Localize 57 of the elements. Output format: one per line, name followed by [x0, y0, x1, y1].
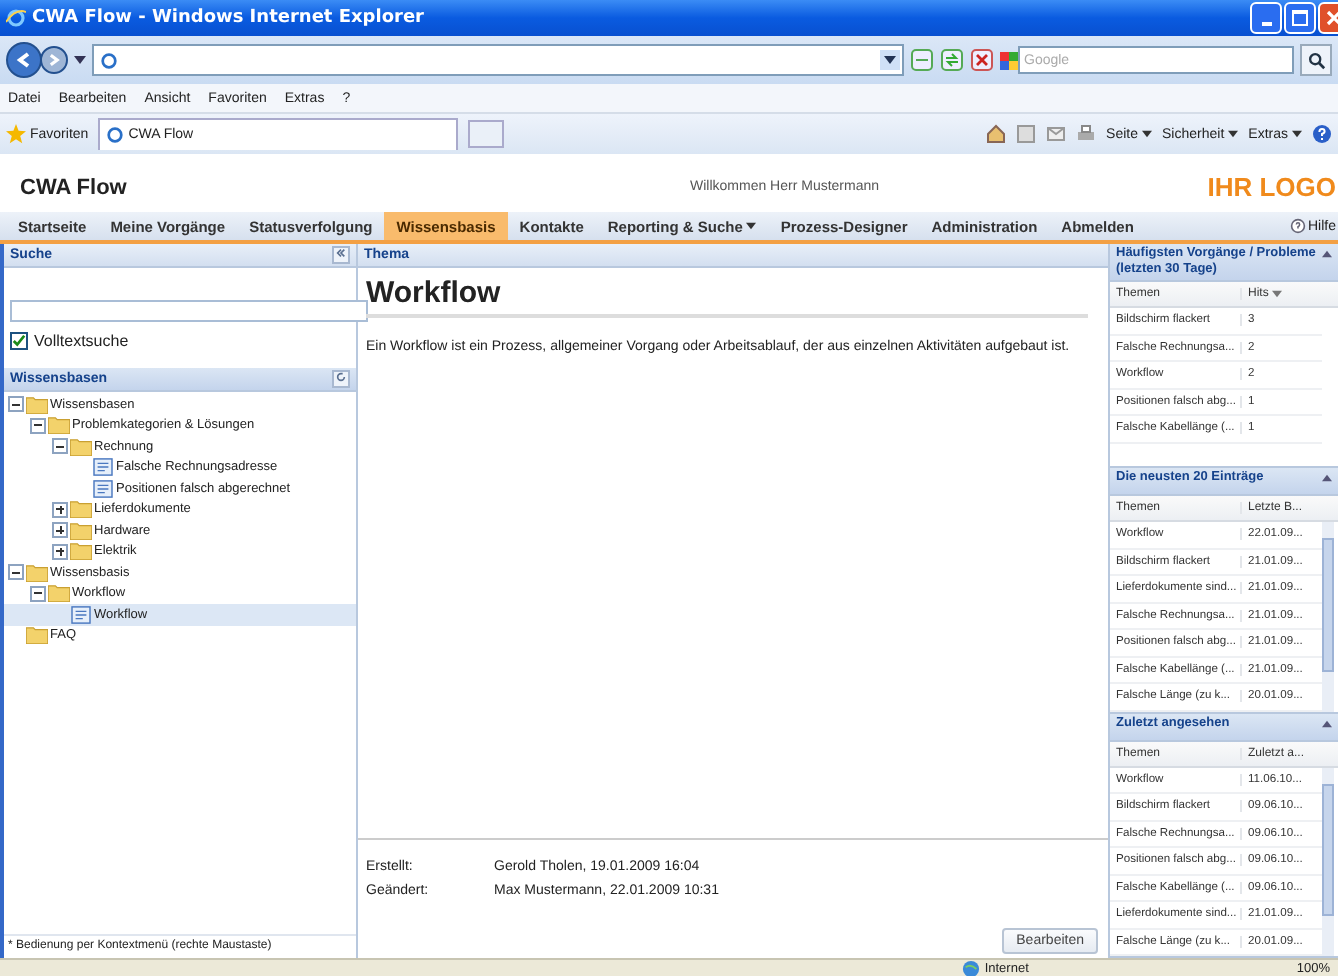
collapse-button[interactable] — [332, 246, 350, 264]
document-icon — [92, 458, 114, 477]
article-title: Workflow — [366, 268, 1088, 318]
checkbox[interactable] — [10, 332, 28, 350]
browser-logo-icon — [6, 8, 26, 28]
arrow-right-icon — [46, 52, 62, 68]
search-button[interactable] — [1300, 44, 1332, 76]
scrollbar[interactable] — [1322, 522, 1334, 711]
address-field[interactable] — [92, 44, 904, 76]
collapse-icon[interactable] — [1322, 250, 1332, 258]
collapse-icon[interactable] — [1322, 719, 1332, 727]
caret-icon — [1228, 129, 1239, 137]
forward-button[interactable] — [40, 46, 68, 74]
back-button[interactable] — [6, 42, 42, 78]
refresh-icon[interactable] — [940, 48, 964, 72]
window-title: CWA Flow - Windows Internet Explorer — [32, 8, 427, 28]
maximize-button[interactable] — [1284, 2, 1316, 34]
page-icon — [106, 126, 125, 144]
page-icon — [100, 51, 118, 69]
scrollbar[interactable] — [1322, 767, 1334, 956]
collapse-icon[interactable] — [1322, 474, 1332, 482]
minimize-button[interactable] — [1250, 2, 1282, 34]
caret-icon — [1142, 129, 1153, 137]
globe-icon — [962, 960, 981, 976]
folder-icon — [70, 500, 92, 519]
folder-icon — [70, 521, 92, 540]
search-icon — [1307, 51, 1325, 69]
search-field[interactable] — [10, 300, 368, 322]
help-icon[interactable] — [1312, 124, 1332, 144]
app-name: CWA Flow — [20, 175, 129, 199]
search-provider-icon — [1000, 51, 1018, 69]
home-icon[interactable] — [986, 124, 1007, 144]
folder-icon — [48, 416, 70, 435]
feed-icon[interactable] — [1016, 124, 1037, 144]
arrow-left-icon — [14, 50, 34, 70]
printer-icon[interactable] — [1076, 124, 1097, 144]
star-icon — [6, 124, 26, 144]
mail-icon[interactable] — [1046, 124, 1067, 144]
folder-icon — [70, 437, 92, 456]
sort-icon — [1272, 290, 1283, 298]
double-chevron-icon — [336, 248, 346, 258]
stop-icon[interactable] — [970, 48, 994, 72]
refresh-button[interactable] — [332, 370, 350, 388]
close-icon — [1326, 10, 1338, 26]
compatibility-icon[interactable] — [910, 48, 934, 72]
dropdown-icon[interactable] — [880, 50, 900, 70]
logo-text: IHR LOGO — [1207, 172, 1336, 202]
caret-icon[interactable] — [74, 56, 86, 64]
caret-icon — [1292, 129, 1302, 137]
folder-icon — [26, 563, 48, 582]
caret-icon — [746, 222, 757, 230]
checkbox-label[interactable]: Volltextsuche — [34, 332, 129, 350]
help-icon — [1289, 218, 1306, 234]
document-icon — [70, 605, 92, 624]
folder-icon — [70, 542, 92, 561]
refresh-icon — [336, 372, 346, 382]
document-icon — [92, 479, 114, 498]
